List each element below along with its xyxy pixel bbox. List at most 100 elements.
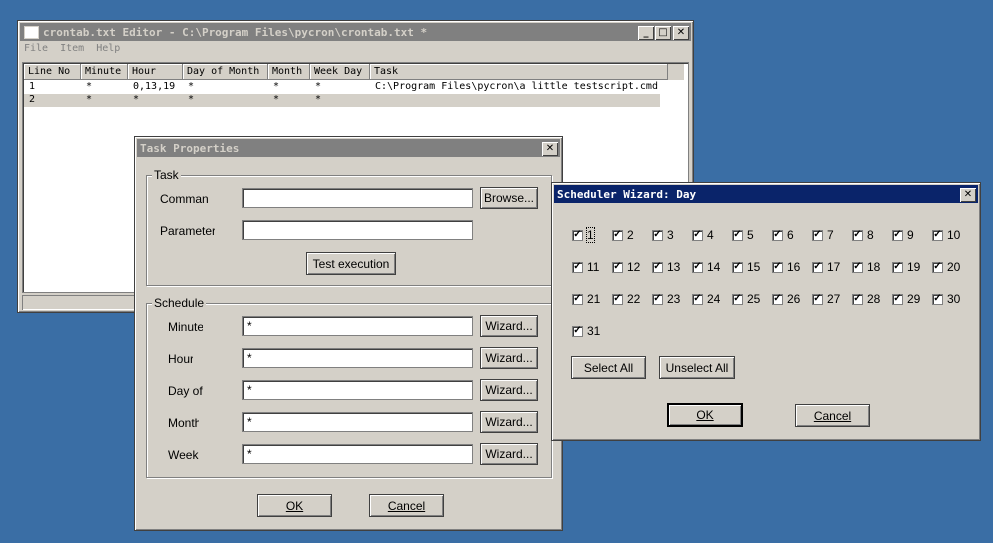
hour-wizard-button[interactable]: Wizard... xyxy=(480,347,538,369)
unselect-all-button[interactable]: Unselect All xyxy=(659,356,735,379)
cell-month: * xyxy=(273,94,280,105)
cell-line: 1 xyxy=(29,81,36,92)
day-checkbox[interactable]: ✓ 24 xyxy=(692,292,720,306)
column-header[interactable]: Minute xyxy=(81,64,128,80)
checkbox-check-icon: ✓ xyxy=(732,229,743,241)
command-field[interactable] xyxy=(242,188,473,208)
day-checkbox[interactable]: ✓ 8 xyxy=(852,228,874,242)
checkbox-check-icon: ✓ xyxy=(612,293,623,305)
day-label: 3 xyxy=(667,228,674,242)
checkbox-check-icon: ✓ xyxy=(932,229,943,241)
day-label: 4 xyxy=(707,228,714,242)
minute-wizard-button[interactable]: Wizard... xyxy=(480,315,538,337)
day-checkbox[interactable]: ✓ 6 xyxy=(772,228,794,242)
table-row[interactable]: 1 * 0,13,19 * * * C:\Program Files\pycro… xyxy=(24,81,660,94)
day-checkbox[interactable]: ✓ 17 xyxy=(812,260,840,274)
day-checkbox[interactable]: ✓ 13 xyxy=(652,260,680,274)
browse-button[interactable]: Browse... xyxy=(480,187,538,209)
week-field[interactable]: * xyxy=(242,444,473,464)
checkbox-check-icon: ✓ xyxy=(932,261,943,273)
cancel-button[interactable]: Cancel xyxy=(369,494,444,517)
day-checkbox[interactable]: ✓ 15 xyxy=(732,260,760,274)
day-label: 22 xyxy=(627,292,641,306)
checkbox-check-icon: ✓ xyxy=(852,293,863,305)
day-checkbox[interactable]: ✓ 21 xyxy=(572,292,600,306)
column-header[interactable]: Line No xyxy=(24,64,81,80)
day-checkbox[interactable]: ✓ 26 xyxy=(772,292,800,306)
month-wizard-button[interactable]: Wizard... xyxy=(480,411,538,433)
day-checkbox[interactable]: ✓ 12 xyxy=(612,260,640,274)
day-checkbox[interactable]: ✓ 19 xyxy=(892,260,920,274)
close-icon[interactable]: ✕ xyxy=(542,142,558,156)
close-icon[interactable]: ✕ xyxy=(673,26,689,40)
day-label: 31 xyxy=(587,324,601,338)
checkbox-check-icon: ✓ xyxy=(572,261,583,273)
select-all-button[interactable]: Select All xyxy=(571,356,646,379)
task-properties-titlebar[interactable]: Task Properties ✕ xyxy=(137,139,560,157)
parameters-field[interactable] xyxy=(242,220,473,240)
checkbox-check-icon: ✓ xyxy=(652,261,663,273)
editor-titlebar[interactable]: crontab.txt Editor - C:\Program Files\py… xyxy=(20,23,691,41)
day-wizard-button[interactable]: Wizard... xyxy=(480,379,538,401)
wizard-titlebar[interactable]: Scheduler Wizard: Day ✕ xyxy=(554,185,978,203)
minute-field[interactable]: * xyxy=(242,316,473,336)
day-checkbox[interactable]: ✓ 25 xyxy=(732,292,760,306)
day-checkbox[interactable]: ✓ 2 xyxy=(612,228,634,242)
wizard-title: Scheduler Wizard: Day xyxy=(557,187,697,201)
day-label: 10 xyxy=(947,228,961,242)
day-label: 12 xyxy=(627,260,641,274)
day-checkbox[interactable]: ✓ 7 xyxy=(812,228,834,242)
day-checkbox[interactable]: ✓ 3 xyxy=(652,228,674,242)
close-icon[interactable]: ✕ xyxy=(960,188,976,202)
maximize-icon[interactable]: □ xyxy=(655,26,671,40)
menu-file[interactable]: File xyxy=(24,43,48,59)
hour-field[interactable]: * xyxy=(242,348,473,368)
day-checkbox[interactable]: ✓ 18 xyxy=(852,260,880,274)
day-checkbox[interactable]: ✓ 31 xyxy=(572,324,600,338)
checkbox-check-icon: ✓ xyxy=(652,229,663,241)
menu-help[interactable]: Help xyxy=(96,43,120,59)
checkbox-check-icon: ✓ xyxy=(692,229,703,241)
cell-hour: * xyxy=(133,94,140,105)
day-checkbox[interactable]: ✓ 1 xyxy=(572,227,595,243)
month-field[interactable]: * xyxy=(242,412,473,432)
cell-weekday: * xyxy=(315,94,322,105)
day-checkbox[interactable]: ✓ 9 xyxy=(892,228,914,242)
column-header[interactable]: Month xyxy=(268,64,310,80)
day-checkbox[interactable]: ✓ 30 xyxy=(932,292,960,306)
day-checkbox[interactable]: ✓ 4 xyxy=(692,228,714,242)
day-checkbox[interactable]: ✓ 10 xyxy=(932,228,960,242)
minimize-icon[interactable]: _ xyxy=(638,26,654,40)
column-header[interactable]: Hour xyxy=(128,64,183,80)
day-field[interactable]: * xyxy=(242,380,473,400)
table-row[interactable]: 2 * * * * * xyxy=(24,94,660,107)
day-checkbox[interactable]: ✓ 28 xyxy=(852,292,880,306)
day-label: 27 xyxy=(827,292,841,306)
menu-item[interactable]: Item xyxy=(60,43,84,59)
day-checkbox[interactable]: ✓ 27 xyxy=(812,292,840,306)
day-checkbox[interactable]: ✓ 5 xyxy=(732,228,754,242)
day-checkbox[interactable]: ✓ 16 xyxy=(772,260,800,274)
cell-line: 2 xyxy=(29,94,36,105)
day-checkbox[interactable]: ✓ 23 xyxy=(652,292,680,306)
checkbox-check-icon: ✓ xyxy=(612,229,623,241)
column-header[interactable]: Task xyxy=(370,64,668,80)
day-label: 8 xyxy=(867,228,874,242)
ok-button[interactable]: OK xyxy=(257,494,332,517)
test-execution-button[interactable]: Test execution xyxy=(306,252,396,275)
week-wizard-button[interactable]: Wizard... xyxy=(480,443,538,465)
day-checkbox[interactable]: ✓ 20 xyxy=(932,260,960,274)
wizard-cancel-button[interactable]: Cancel xyxy=(795,404,870,427)
day-checkbox[interactable]: ✓ 22 xyxy=(612,292,640,306)
day-checkbox[interactable]: ✓ 14 xyxy=(692,260,720,274)
day-label: 15 xyxy=(747,260,761,274)
checkbox-check-icon: ✓ xyxy=(892,229,903,241)
column-header[interactable]: Week Day xyxy=(310,64,370,80)
day-checkbox[interactable]: ✓ 11 xyxy=(572,260,599,274)
checkbox-check-icon: ✓ xyxy=(772,261,783,273)
column-header[interactable]: Day of Month xyxy=(183,64,268,80)
wizard-ok-button[interactable]: OK xyxy=(667,403,743,427)
day-checkbox[interactable]: ✓ 29 xyxy=(892,292,920,306)
checkbox-check-icon: ✓ xyxy=(892,261,903,273)
day-label: 2 xyxy=(627,228,634,242)
